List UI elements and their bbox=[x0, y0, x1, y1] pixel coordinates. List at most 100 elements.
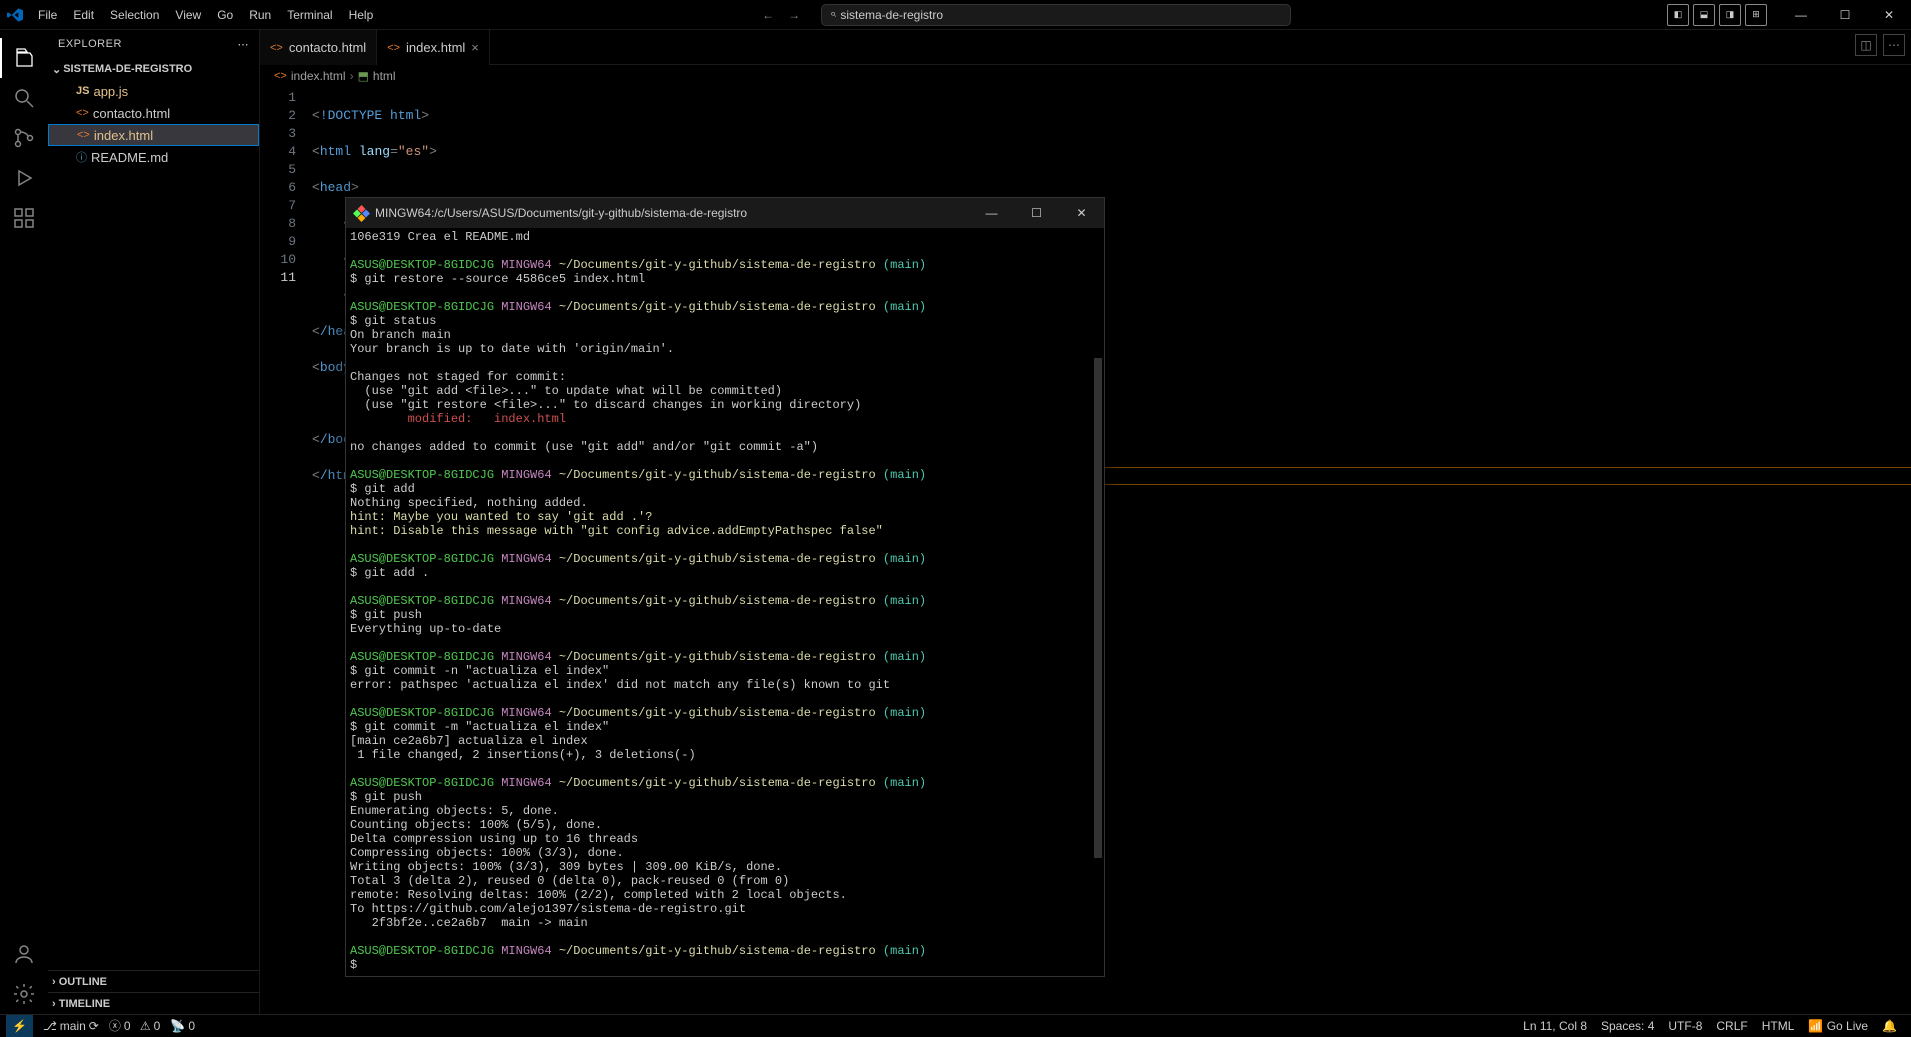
command-center-search[interactable]: ⌕ sistema-de-registro bbox=[821, 4, 1291, 26]
terminal-line: no changes added to commit (use "git add… bbox=[350, 440, 1100, 454]
explorer-icon[interactable] bbox=[0, 38, 48, 78]
breadcrumb-item: html bbox=[373, 69, 396, 83]
menu-go[interactable]: Go bbox=[209, 0, 241, 29]
window-close-button[interactable]: ✕ bbox=[1867, 0, 1911, 30]
encoding-status[interactable]: UTF-8 bbox=[1668, 1019, 1702, 1033]
indentation-status[interactable]: Spaces: 4 bbox=[1601, 1019, 1654, 1033]
terminal-line: Total 3 (delta 2), reused 0 (delta 0), p… bbox=[350, 874, 1100, 888]
nav-forward-icon[interactable]: → bbox=[783, 4, 805, 26]
run-debug-icon[interactable] bbox=[0, 158, 48, 198]
more-actions-icon[interactable]: ⋯ bbox=[1883, 34, 1905, 56]
terminal-line: [main ce2a6b7] actualiza el index bbox=[350, 734, 1100, 748]
activity-bar bbox=[0, 30, 48, 1014]
prompt: MINGW64 bbox=[501, 258, 551, 272]
search-activity-icon[interactable] bbox=[0, 78, 48, 118]
outline-section[interactable]: › OUTLINE bbox=[48, 970, 259, 992]
terminal-line: 1 file changed, 2 insertions(+), 3 delet… bbox=[350, 748, 1100, 762]
menu-selection[interactable]: Selection bbox=[102, 0, 167, 29]
extensions-icon[interactable] bbox=[0, 198, 48, 238]
split-editor-icon[interactable]: ◫ bbox=[1855, 34, 1877, 56]
radio-icon: 📡 bbox=[170, 1019, 185, 1033]
file-contacto-html[interactable]: <> contacto.html bbox=[48, 102, 259, 124]
file-readme-md[interactable]: ⓘ README.md bbox=[48, 146, 259, 168]
timeline-label: TIMELINE bbox=[59, 998, 110, 1010]
eol-status[interactable]: CRLF bbox=[1716, 1019, 1747, 1033]
terminal-line: 106e319 Crea el README.md bbox=[350, 230, 1100, 244]
terminal-line: Compressing objects: 100% (3/3), done. bbox=[350, 846, 1100, 860]
js-icon: JS bbox=[76, 85, 89, 97]
menu-run[interactable]: Run bbox=[241, 0, 279, 29]
toggle-primary-sidebar-icon[interactable]: ◧ bbox=[1667, 4, 1689, 26]
outline-label: OUTLINE bbox=[59, 976, 107, 988]
file-app-js[interactable]: JS app.js bbox=[48, 80, 259, 102]
terminal-line: $ git commit -n "actualiza el index" bbox=[350, 664, 1100, 678]
tab-index[interactable]: <> index.html × bbox=[377, 30, 490, 65]
problems-status[interactable]: ⓧ0 ⚠0 bbox=[109, 1017, 161, 1034]
terminal-window[interactable]: MINGW64:/c/Users/ASUS/Documents/git-y-gi… bbox=[345, 197, 1105, 977]
terminal-line: Counting objects: 100% (5/5), done. bbox=[350, 818, 1100, 832]
toggle-panel-icon[interactable]: ⬓ bbox=[1693, 4, 1715, 26]
html-icon: <> bbox=[76, 107, 89, 119]
nav-back-icon[interactable]: ← bbox=[757, 4, 779, 26]
prompt: MINGW64 bbox=[501, 468, 551, 482]
terminal-scrollbar[interactable] bbox=[1094, 358, 1102, 858]
html-icon: <> bbox=[77, 129, 90, 141]
terminal-line: $ git add bbox=[350, 482, 1100, 496]
terminal-close-button[interactable]: ✕ bbox=[1059, 198, 1104, 228]
terminal-line: On branch main bbox=[350, 328, 1100, 342]
md-icon: ⓘ bbox=[76, 149, 87, 165]
terminal-cursor-line[interactable]: $ bbox=[350, 958, 1100, 972]
close-icon[interactable]: × bbox=[471, 40, 479, 55]
prompt: ~/Documents/git-y-github/sistema-de-regi… bbox=[559, 706, 876, 720]
sidebar-title: EXPLORER ⋯ bbox=[48, 30, 259, 58]
menu-edit[interactable]: Edit bbox=[65, 0, 102, 29]
menu-bar: File Edit Selection View Go Run Terminal… bbox=[30, 0, 381, 29]
prompt: ASUS@DESKTOP-8GIDCJG bbox=[350, 258, 494, 272]
terminal-maximize-button[interactable]: ☐ bbox=[1014, 198, 1059, 228]
terminal-minimize-button[interactable]: — bbox=[969, 198, 1014, 228]
customize-layout-icon[interactable]: ⊞ bbox=[1745, 4, 1767, 26]
prompt: (main) bbox=[883, 650, 926, 664]
go-live-button[interactable]: 📶 Go Live bbox=[1808, 1019, 1868, 1033]
terminal-titlebar[interactable]: MINGW64:/c/Users/ASUS/Documents/git-y-gi… bbox=[346, 198, 1104, 228]
timeline-section[interactable]: › TIMELINE bbox=[48, 992, 259, 1014]
element-icon: ⬒ bbox=[358, 69, 369, 83]
source-control-icon[interactable] bbox=[0, 118, 48, 158]
menu-terminal[interactable]: Terminal bbox=[279, 0, 340, 29]
notifications-icon[interactable]: 🔔 bbox=[1882, 1019, 1897, 1033]
project-header[interactable]: ⌄ SISTEMA-DE-REGISTRO bbox=[48, 58, 259, 80]
terminal-body[interactable]: 106e319 Crea el README.md ASUS@DESKTOP-8… bbox=[346, 228, 1104, 976]
terminal-line: Changes not staged for commit: bbox=[350, 370, 1100, 384]
window-minimize-button[interactable]: — bbox=[1779, 0, 1823, 30]
remote-indicator[interactable]: ⚡ bbox=[6, 1015, 33, 1037]
cursor-position[interactable]: Ln 11, Col 8 bbox=[1523, 1019, 1587, 1033]
terminal-line: remote: Resolving deltas: 100% (2/2), co… bbox=[350, 888, 1100, 902]
prompt: (main) bbox=[883, 552, 926, 566]
warning-icon: ⚠ bbox=[140, 1019, 151, 1033]
terminal-line: Nothing specified, nothing added. bbox=[350, 496, 1100, 510]
prompt: ~/Documents/git-y-github/sistema-de-regi… bbox=[559, 468, 876, 482]
ports-status[interactable]: 📡0 bbox=[170, 1019, 195, 1033]
tab-contacto[interactable]: <> contacto.html bbox=[260, 30, 377, 65]
branch-status[interactable]: ⎇ main ⟳ bbox=[43, 1019, 99, 1033]
menu-view[interactable]: View bbox=[167, 0, 209, 29]
terminal-line: $ git commit -m "actualiza el index" bbox=[350, 720, 1100, 734]
prompt: ~/Documents/git-y-github/sistema-de-regi… bbox=[559, 258, 876, 272]
prompt: MINGW64 bbox=[501, 650, 551, 664]
accounts-icon[interactable] bbox=[0, 934, 48, 974]
file-index-html[interactable]: <> index.html bbox=[48, 124, 259, 146]
terminal-line: $ git push bbox=[350, 608, 1100, 622]
toggle-secondary-sidebar-icon[interactable]: ◨ bbox=[1719, 4, 1741, 26]
file-label: contacto.html bbox=[93, 106, 170, 121]
prompt: ~/Documents/git-y-github/sistema-de-regi… bbox=[559, 776, 876, 790]
window-maximize-button[interactable]: ☐ bbox=[1823, 0, 1867, 30]
menu-help[interactable]: Help bbox=[341, 0, 382, 29]
tabs: <> contacto.html <> index.html × ◫ ⋯ bbox=[260, 30, 1911, 65]
prompt: ASUS@DESKTOP-8GIDCJG bbox=[350, 944, 494, 958]
language-status[interactable]: HTML bbox=[1762, 1019, 1795, 1033]
prompt: MINGW64 bbox=[501, 300, 551, 314]
settings-icon[interactable] bbox=[0, 974, 48, 1014]
menu-file[interactable]: File bbox=[30, 0, 65, 29]
breadcrumb[interactable]: <> index.html › ⬒ html bbox=[260, 65, 1911, 87]
more-icon[interactable]: ⋯ bbox=[238, 38, 250, 51]
